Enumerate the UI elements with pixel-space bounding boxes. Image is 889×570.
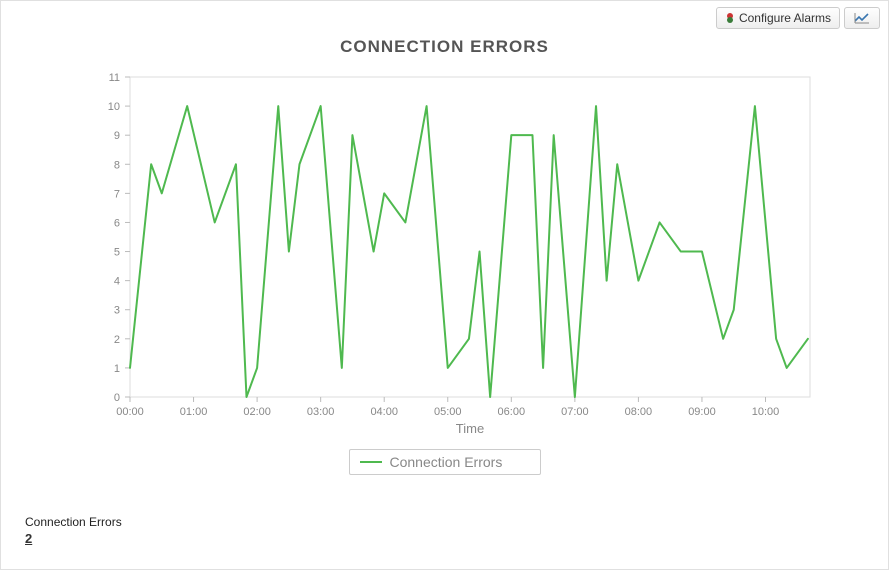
- svg-text:07:00: 07:00: [561, 406, 589, 418]
- svg-text:08:00: 08:00: [624, 406, 652, 418]
- chart-legend: Connection Errors: [349, 449, 541, 475]
- svg-text:8: 8: [113, 159, 119, 171]
- footer-value: 2: [25, 531, 878, 546]
- svg-text:7: 7: [113, 188, 119, 200]
- svg-text:09:00: 09:00: [688, 406, 716, 418]
- footer-block: Connection Errors 2: [25, 515, 878, 546]
- svg-text:10:00: 10:00: [751, 406, 779, 418]
- configure-alarms-button[interactable]: Configure Alarms: [716, 7, 840, 29]
- svg-text:11: 11: [108, 72, 119, 84]
- svg-text:6: 6: [113, 217, 119, 229]
- svg-text:1: 1: [113, 363, 119, 375]
- footer-label: Connection Errors: [25, 515, 878, 529]
- chart-options-button[interactable]: [844, 7, 880, 29]
- svg-text:3: 3: [113, 305, 119, 317]
- svg-text:05:00: 05:00: [433, 406, 461, 418]
- svg-text:2: 2: [113, 334, 119, 346]
- chart-area: 0 1 2 3 4 5 6 7 8 9 10 11 00:00 01:00 02:00 03:00 04:00 0…: [70, 67, 820, 437]
- svg-text:00:00: 00:00: [116, 406, 144, 418]
- legend-swatch: [360, 461, 382, 463]
- line-chart: 0 1 2 3 4 5 6 7 8 9 10 11 00:00 01:00 02:00 03:00 04:00 0…: [70, 67, 820, 437]
- toolbar: Configure Alarms: [716, 7, 880, 29]
- legend-label: Connection Errors: [390, 454, 503, 470]
- configure-alarms-label: Configure Alarms: [739, 11, 831, 25]
- svg-text:03:00: 03:00: [306, 406, 334, 418]
- svg-text:5: 5: [113, 247, 119, 259]
- chart-panel: Configure Alarms CONNECTION ERRORS 0 1 2 3 4…: [0, 0, 889, 570]
- svg-text:04:00: 04:00: [370, 406, 398, 418]
- chart-title: CONNECTION ERRORS: [11, 37, 878, 57]
- chart-icon: [854, 12, 870, 24]
- svg-text:0: 0: [113, 392, 119, 404]
- svg-text:01:00: 01:00: [179, 406, 207, 418]
- svg-text:06:00: 06:00: [497, 406, 525, 418]
- alarm-icon: [725, 13, 735, 23]
- svg-text:9: 9: [113, 130, 119, 142]
- svg-text:4: 4: [113, 276, 119, 288]
- svg-text:Time: Time: [455, 421, 483, 436]
- svg-text:02:00: 02:00: [243, 406, 271, 418]
- svg-text:10: 10: [107, 101, 119, 113]
